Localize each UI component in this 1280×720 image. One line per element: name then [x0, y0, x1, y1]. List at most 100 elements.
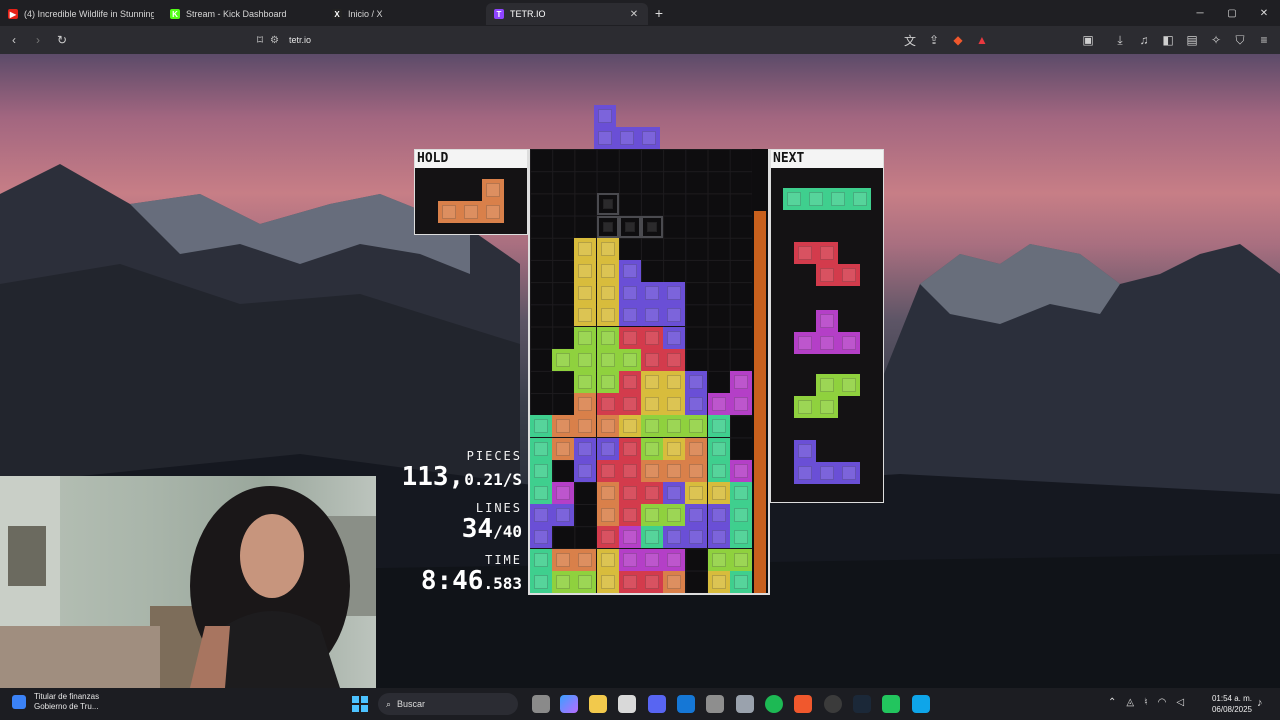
- sidebar-icon[interactable]: ◧: [1158, 30, 1178, 50]
- hold-panel: HOLD: [414, 149, 528, 235]
- board-block: [685, 371, 708, 393]
- spotify-icon[interactable]: [765, 695, 783, 713]
- board-block: [574, 570, 597, 593]
- clock[interactable]: 01:54 a. m. 06/08/2025: [1204, 693, 1252, 715]
- vpn-icon[interactable]: ⛉: [1230, 30, 1250, 50]
- maximize-button[interactable]: ▢: [1216, 0, 1248, 26]
- ghost-block: [618, 215, 641, 238]
- ghost-block: [596, 215, 619, 238]
- brave-rewards-icon[interactable]: ▲: [972, 30, 992, 50]
- app-icon-1[interactable]: [706, 695, 724, 713]
- start-button[interactable]: [352, 696, 368, 712]
- tray-volume-icon[interactable]: ◁: [1176, 697, 1184, 708]
- news-widget[interactable]: Titular de finanzas Gobierno de Tru...: [12, 692, 99, 712]
- task-view-icon[interactable]: [532, 695, 550, 713]
- copilot-icon[interactable]: [560, 695, 578, 713]
- site-settings-icon[interactable]: ⚙: [270, 35, 279, 46]
- board-block: [641, 504, 663, 527]
- board-block: [574, 282, 597, 305]
- board-block: [707, 570, 730, 593]
- new-tab-button[interactable]: +: [648, 5, 670, 21]
- translator-icon[interactable]: [912, 695, 930, 713]
- address-actions: 文 ⇪ ◆ ▲: [896, 30, 992, 50]
- time-ms: .583: [483, 574, 522, 593]
- translate-icon[interactable]: 文: [900, 30, 920, 50]
- address-bar[interactable]: ⚙ tetr.io: [270, 30, 990, 50]
- garbage-meter-fill: [754, 211, 766, 593]
- app-icon-2[interactable]: [882, 695, 900, 713]
- obs-icon[interactable]: [824, 695, 842, 713]
- tab-label: Stream - Kick Dashboard: [186, 9, 287, 19]
- next-panel: NEXT: [770, 149, 884, 503]
- tray-expand-icon[interactable]: ⌃: [1108, 697, 1116, 708]
- close-tab-icon[interactable]: ✕: [628, 9, 640, 20]
- menu-icon[interactable]: ≡: [1254, 30, 1274, 50]
- time-label: TIME: [485, 553, 522, 567]
- media-icon[interactable]: ♫: [1134, 30, 1154, 50]
- bookmark-icon[interactable]: ⌑: [250, 30, 270, 50]
- reload-icon[interactable]: ↻: [52, 30, 72, 50]
- next-block: [794, 242, 816, 264]
- browser-tab[interactable]: T TETR.IO ✕: [486, 3, 648, 25]
- minimize-button[interactable]: ─: [1184, 0, 1216, 26]
- board-block: [663, 348, 686, 371]
- tray-mic-icon[interactable]: ♮: [1144, 697, 1148, 708]
- board-block: [618, 526, 641, 549]
- board-block: [618, 504, 641, 527]
- board-block: [663, 415, 686, 438]
- hold-block: [482, 201, 504, 223]
- board-block: [729, 371, 752, 393]
- download-icon[interactable]: ⤓: [1110, 30, 1130, 50]
- board-block: [574, 459, 597, 482]
- next-block: [838, 374, 860, 396]
- windows-taskbar: Titular de finanzas Gobierno de Tru... ⌕…: [0, 688, 1280, 720]
- back-icon[interactable]: ‹: [4, 30, 24, 50]
- browser-tab[interactable]: ▶ (4) Incredible Wildlife in Stunning 16K: [0, 3, 162, 25]
- webcam-overlay: [0, 476, 376, 688]
- next-block: [849, 188, 871, 210]
- tetris-board: [528, 149, 752, 595]
- settings-icon[interactable]: [736, 695, 754, 713]
- outlook-icon[interactable]: [677, 695, 695, 713]
- board-block: [685, 437, 708, 460]
- wallet-icon[interactable]: ▤: [1182, 30, 1202, 50]
- board-block: [574, 260, 597, 282]
- browser-tab[interactable]: X Inicio / X: [324, 3, 486, 25]
- board-block: [596, 260, 619, 282]
- close-window-button[interactable]: ✕: [1248, 0, 1280, 26]
- board-block: [618, 570, 641, 593]
- file-explorer-icon[interactable]: [589, 695, 607, 713]
- brave-icon[interactable]: [794, 695, 812, 713]
- screenshot-icon[interactable]: ▣: [1078, 30, 1098, 50]
- leo-ai-icon[interactable]: ✧: [1206, 30, 1226, 50]
- board-block: [663, 482, 686, 504]
- board-block: [618, 304, 641, 327]
- board-block: [685, 504, 708, 527]
- brave-shield-icon[interactable]: ◆: [948, 30, 968, 50]
- next-block: [816, 396, 838, 418]
- tray-wifi-icon[interactable]: ◠: [1158, 697, 1167, 708]
- board-block: [729, 548, 752, 571]
- board-block: [618, 260, 641, 282]
- store-icon[interactable]: [618, 695, 636, 713]
- next-block: [816, 264, 838, 286]
- lines-label: LINES: [475, 501, 522, 515]
- discord-icon[interactable]: [648, 695, 666, 713]
- board-block: [707, 526, 730, 549]
- notification-bell-icon[interactable]: ♪: [1257, 697, 1263, 709]
- browser-tab[interactable]: K Stream - Kick Dashboard: [162, 3, 324, 25]
- forward-icon[interactable]: ›: [28, 30, 48, 50]
- board-block: [530, 482, 552, 504]
- tetrio-icon: T: [494, 9, 504, 19]
- board-block: [596, 459, 619, 482]
- board-block: [574, 415, 597, 438]
- board-block: [641, 437, 663, 460]
- board-block: [641, 526, 663, 549]
- next-block: [816, 242, 838, 264]
- board-block: [618, 548, 641, 571]
- steam-icon[interactable]: [853, 695, 871, 713]
- share-icon[interactable]: ⇪: [924, 30, 944, 50]
- taskbar-search[interactable]: ⌕ Buscar: [378, 693, 518, 715]
- address-text: tetr.io: [288, 35, 311, 45]
- tray-network-icon[interactable]: ◬: [1126, 697, 1134, 708]
